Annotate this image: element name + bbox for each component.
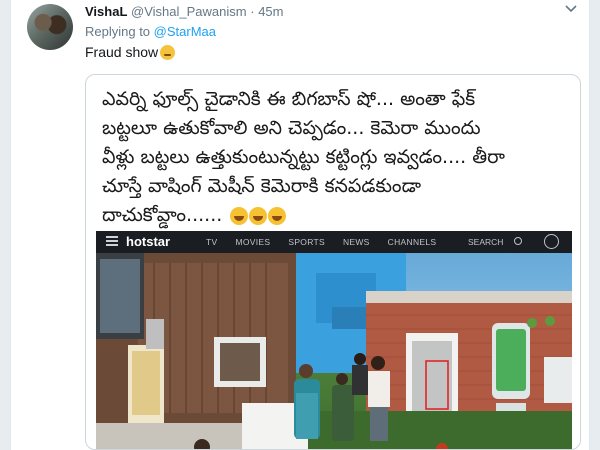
search-icon — [514, 237, 522, 245]
timestamp[interactable]: 45m — [258, 4, 283, 19]
quoted-line: వీళ్లు బట్టలు ఉత్తుకుంటున్నట్టు కట్టింగ్… — [102, 146, 505, 168]
search-label: SEARCH — [468, 237, 504, 247]
bigg-boss-house-scene — [96, 253, 572, 449]
hotstar-logo: hotstar — [126, 234, 171, 249]
replying-to: Replying to @StarMaa — [85, 24, 216, 39]
scene-illustration — [96, 253, 572, 449]
avatar[interactable] — [27, 4, 73, 50]
replying-prefix: Replying to — [85, 24, 151, 39]
reply-target-link[interactable]: @StarMaa — [154, 24, 216, 39]
laughing-emoji-icons — [230, 206, 287, 225]
nav-link: TV — [206, 237, 218, 247]
quoted-line: చూస్తే వాషింగ్ మెషీన్ కెమెరాకి కనపడకుండా — [102, 175, 421, 197]
tweet-header: VishaL @Vishal_Pawanism · 45m — [85, 4, 283, 19]
hotstar-nav: hotstar TV MOVIES SPORTS NEWS CHANNELS S… — [96, 231, 572, 253]
thinking-face-emoji-icon — [268, 206, 287, 225]
user-name[interactable]: VishaL — [85, 4, 127, 19]
laughing-face-emoji-icon — [230, 206, 249, 225]
tweet-text: Fraud show — [85, 44, 176, 60]
nav-link: NEWS — [342, 237, 370, 247]
hamburger-menu-icon — [106, 236, 118, 246]
quoted-content[interactable]: ఎవర్ని ఫూల్స్ చైడానికి ఈ బిగబాస్ షో... అ… — [85, 74, 581, 450]
tweet-card[interactable]: VishaL @Vishal_Pawanism · 45m Replying t… — [10, 0, 590, 450]
nav-link: CHANNELS — [387, 237, 437, 247]
tweet-text-content: Fraud show — [85, 44, 159, 60]
quoted-line: ఎవర్ని ఫూల్స్ చైడానికి ఈ బిగబాస్ షో... అ… — [102, 88, 476, 110]
quoted-line-last: దాచుకోవ్డాం...... — [102, 201, 572, 230]
nav-link: SPORTS — [288, 237, 325, 247]
embedded-screenshot[interactable]: hotstar TV MOVIES SPORTS NEWS CHANNELS S… — [96, 231, 572, 449]
hotstar-nav-links: TV MOVIES SPORTS NEWS CHANNELS — [206, 237, 436, 247]
chevron-down-icon[interactable] — [565, 2, 577, 16]
user-handle[interactable]: @Vishal_Pawanism — [131, 4, 247, 19]
quoted-line-text: దాచుకోవ్డాం...... — [102, 204, 223, 226]
quoted-text: ఎవర్ని ఫూల్స్ చైడానికి ఈ బిగబాస్ షో... అ… — [102, 85, 572, 230]
laughing-face-emoji-icon — [249, 206, 268, 225]
neutral-face-emoji-icon — [160, 44, 176, 60]
separator-dot: · — [250, 4, 255, 19]
quoted-line: బట్టలూ ఉతుకోవాలి అని చెప్పడం... కెమెరా మ… — [102, 117, 481, 139]
nav-link: MOVIES — [235, 237, 271, 247]
user-icon — [544, 234, 559, 249]
